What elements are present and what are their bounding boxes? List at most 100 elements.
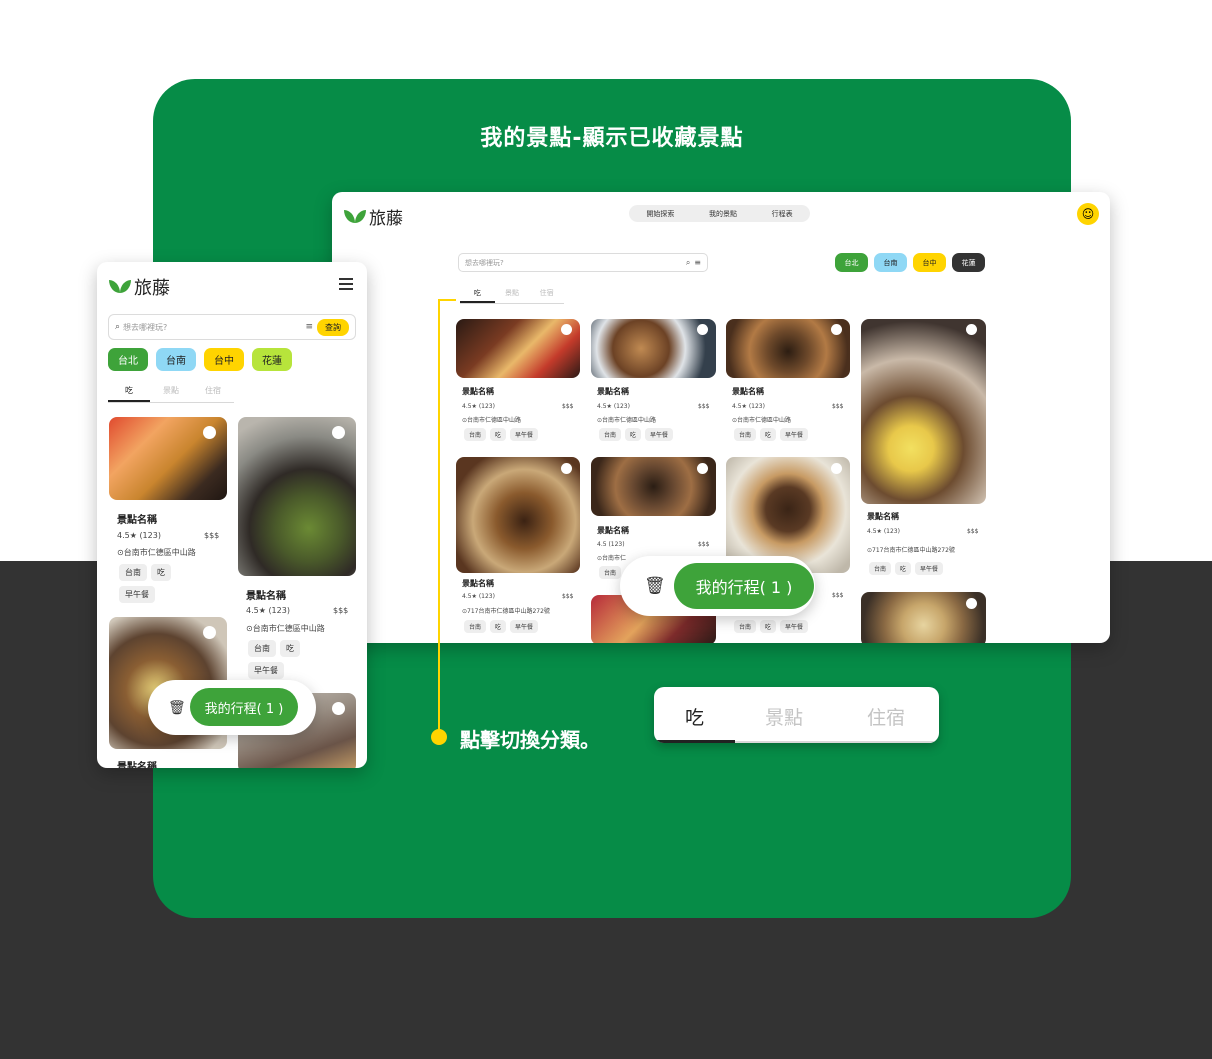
tag[interactable]: 吃: [760, 428, 777, 441]
favorite-dot-icon[interactable]: [697, 463, 708, 474]
tag[interactable]: 早午餐: [510, 620, 539, 633]
spot-photo[interactable]: [456, 457, 580, 573]
top-nav: 開始探索 我的景點 行程表: [629, 205, 810, 222]
tag[interactable]: 吃: [490, 620, 507, 633]
leaf-logo-icon: [344, 209, 366, 224]
spot-address: ⊙台南市仁: [597, 555, 627, 562]
favorite-dot-icon[interactable]: [966, 598, 977, 609]
chip-taichung[interactable]: 台中: [913, 253, 946, 272]
search-button[interactable]: 查詢: [317, 318, 349, 336]
search-bar[interactable]: 想去哪裡玩? ⌕ ≡: [458, 253, 708, 272]
tab-eat[interactable]: 吃: [460, 288, 495, 303]
nav-explore[interactable]: 開始探索: [646, 209, 674, 219]
tag[interactable]: 台南: [869, 562, 892, 575]
tag[interactable]: 吃: [280, 640, 300, 657]
tag[interactable]: 早午餐: [119, 586, 155, 603]
tab-divider: [735, 741, 939, 743]
chip-hualien[interactable]: 花蓮: [252, 348, 292, 371]
sort-icon[interactable]: ≡: [305, 322, 313, 332]
chip-taipei[interactable]: 台北: [835, 253, 868, 272]
menu-icon[interactable]: [339, 278, 353, 290]
tab-spots[interactable]: 景點: [150, 385, 192, 402]
avatar-icon[interactable]: ☺: [1077, 203, 1099, 225]
favorite-dot-icon[interactable]: [203, 626, 216, 639]
category-tabs: 吃 景點 住宿: [460, 288, 564, 304]
spot-address: ⊙台南市仁德區中山路: [732, 417, 792, 424]
spot-rating: 4.5★ (123): [117, 531, 161, 540]
spot-name: 景點名稱: [867, 512, 899, 521]
callout-connector: [438, 299, 440, 737]
tag[interactable]: 吃: [760, 620, 777, 633]
tag[interactable]: 吃: [151, 564, 171, 581]
chip-tainan[interactable]: 台南: [156, 348, 196, 371]
nav-schedule[interactable]: 行程表: [772, 209, 793, 219]
tag[interactable]: 早午餐: [248, 662, 284, 679]
tab-stay[interactable]: 住宿: [529, 288, 564, 303]
tab-spots[interactable]: 景點: [765, 703, 803, 730]
callout-text: 點擊切換分類。: [460, 728, 600, 752]
spot-rating: 4.5 (123): [597, 541, 625, 548]
spot-tags: 台南 吃 早午餐: [734, 620, 809, 633]
leaf-logo-icon: [109, 280, 131, 294]
tag[interactable]: 早午餐: [780, 428, 809, 441]
tag[interactable]: 台南: [734, 428, 757, 441]
favorite-dot-icon[interactable]: [697, 324, 708, 335]
my-trip-button[interactable]: 我的行程( 1 ): [190, 688, 298, 726]
search-icon[interactable]: ⌕: [686, 258, 690, 268]
nav-my-spots[interactable]: 我的景點: [709, 209, 737, 219]
tab-eat[interactable]: 吃: [685, 703, 704, 730]
spot-rating: 4.5★ (123): [597, 403, 630, 410]
favorite-dot-icon[interactable]: [561, 324, 572, 335]
spot-tags: 台南 吃 早午餐: [869, 562, 944, 575]
favorite-dot-icon[interactable]: [831, 324, 842, 335]
tab-stay[interactable]: 住宿: [867, 703, 905, 730]
favorite-dot-icon[interactable]: [561, 463, 572, 474]
spot-price: $$$: [204, 531, 220, 540]
category-tabs: 吃 景點 住宿: [108, 385, 234, 403]
brand-logo[interactable]: 旅藤: [344, 204, 403, 229]
chip-taichung[interactable]: 台中: [204, 348, 244, 371]
tag[interactable]: 台南: [599, 428, 622, 441]
tag[interactable]: 台南: [464, 620, 487, 633]
chip-hualien[interactable]: 花蓮: [952, 253, 985, 272]
tag[interactable]: 早午餐: [645, 428, 674, 441]
tag[interactable]: 早午餐: [780, 620, 809, 633]
my-trip-button[interactable]: 我的行程( 1 ): [674, 563, 814, 609]
tag[interactable]: 吃: [625, 428, 642, 441]
chip-tainan[interactable]: 台南: [874, 253, 907, 272]
tab-spots[interactable]: 景點: [495, 288, 530, 303]
favorite-dot-icon[interactable]: [966, 324, 977, 335]
spot-rating: 4.5★ (123): [732, 403, 765, 410]
favorite-dot-icon[interactable]: [203, 426, 216, 439]
search-input[interactable]: 想去哪裡玩?: [465, 258, 682, 268]
trash-icon[interactable]: 🗑: [644, 576, 666, 596]
tag[interactable]: 台南: [734, 620, 757, 633]
search-bar[interactable]: ⌕ 想去哪裡玩? ≡ 查詢: [108, 314, 356, 340]
spot-photo[interactable]: [861, 319, 986, 504]
brand-logo[interactable]: 旅藤: [109, 274, 170, 300]
sort-icon[interactable]: ≡: [694, 258, 701, 267]
favorite-dot-icon[interactable]: [332, 702, 345, 715]
trash-icon[interactable]: 🗑: [168, 700, 186, 716]
search-icon[interactable]: ⌕: [115, 322, 120, 332]
favorite-dot-icon[interactable]: [831, 463, 842, 474]
tag[interactable]: 吃: [895, 562, 912, 575]
spot-address: ⊙717台南市仁德區中山路272號: [462, 608, 550, 615]
tab-stay[interactable]: 住宿: [192, 385, 234, 402]
tag[interactable]: 台南: [248, 640, 276, 657]
tag[interactable]: 台南: [464, 428, 487, 441]
spot-tags: 台南 吃 早午餐: [119, 564, 189, 603]
tag[interactable]: 早午餐: [510, 428, 539, 441]
spot-address: ⊙台南市仁德區中山路: [117, 548, 196, 557]
tag[interactable]: 台南: [599, 566, 622, 579]
search-input[interactable]: 想去哪裡玩?: [123, 322, 305, 333]
tag[interactable]: 早午餐: [915, 562, 944, 575]
spot-tags: 台南 吃 早午餐: [734, 428, 809, 441]
tag[interactable]: 吃: [490, 428, 507, 441]
tag[interactable]: 台南: [119, 564, 147, 581]
favorite-dot-icon[interactable]: [332, 426, 345, 439]
spot-photo[interactable]: [238, 417, 356, 576]
tab-eat[interactable]: 吃: [108, 385, 150, 402]
chip-taipei[interactable]: 台北: [108, 348, 148, 371]
spot-name: 景點名稱: [117, 762, 157, 768]
